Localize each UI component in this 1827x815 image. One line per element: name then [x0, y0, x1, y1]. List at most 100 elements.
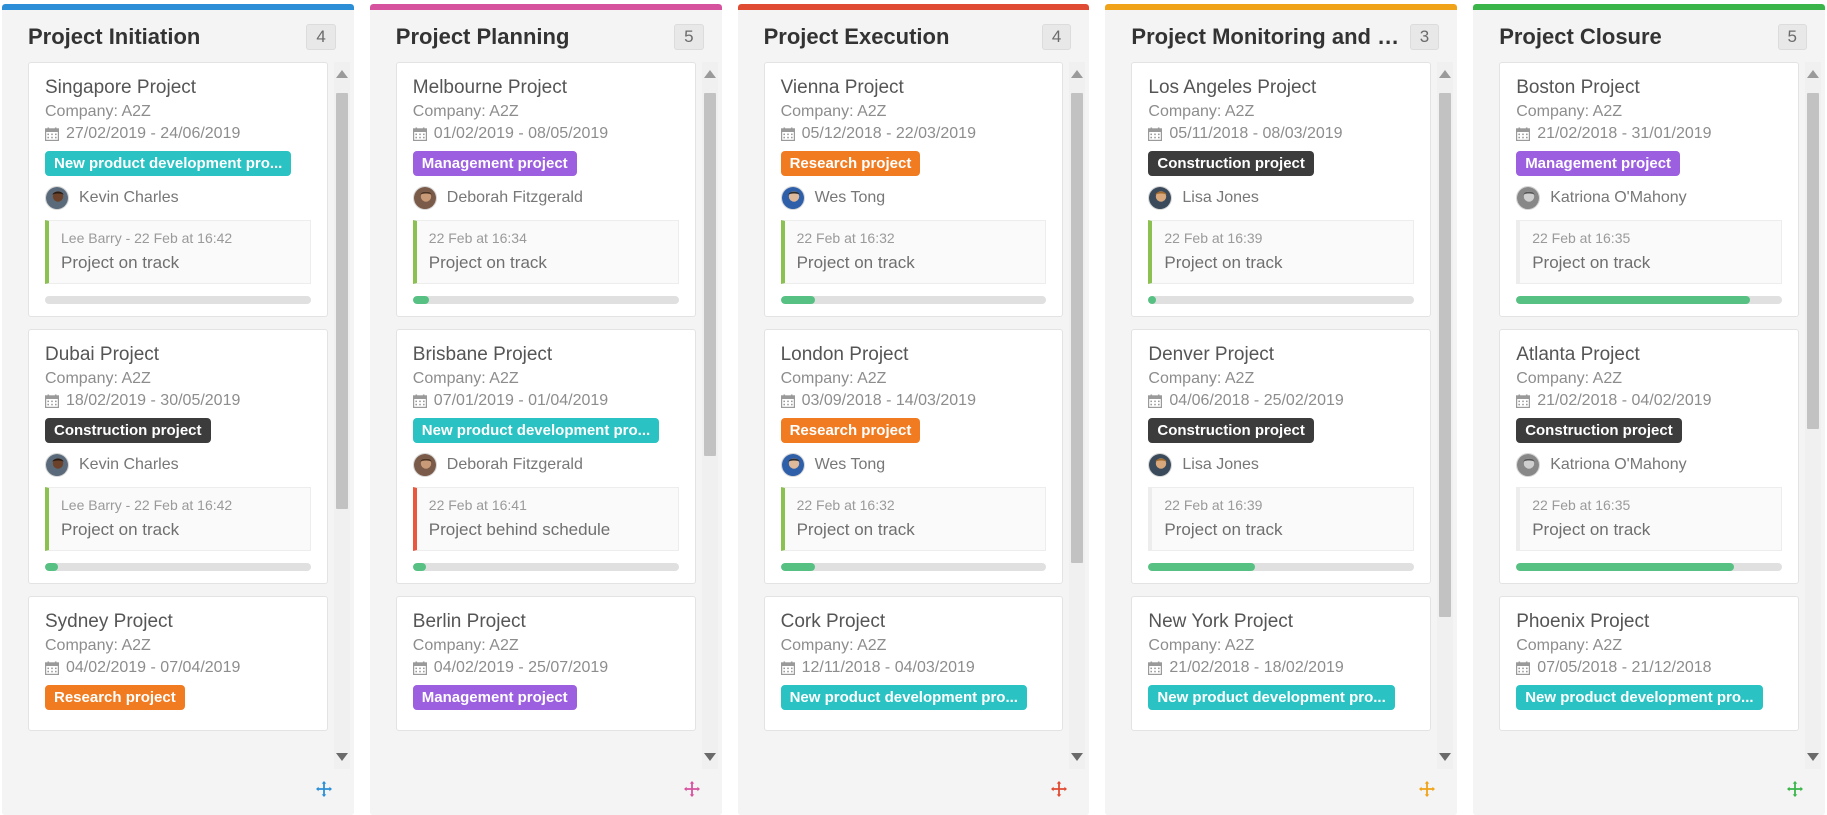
- move-diamond-icon[interactable]: [1419, 781, 1435, 797]
- scroll-down-arrow-icon[interactable]: [336, 753, 348, 767]
- project-card[interactable]: Phoenix ProjectCompany: A2Z07/05/2018 - …: [1499, 596, 1799, 731]
- scroll-down-arrow-icon[interactable]: [1807, 753, 1819, 767]
- card-comment[interactable]: Lee Barry - 22 Feb at 16:42Project on tr…: [45, 487, 311, 551]
- card-tag[interactable]: Management project: [413, 151, 577, 176]
- card-tag[interactable]: Construction project: [1148, 151, 1314, 176]
- card-tag[interactable]: New product development pro...: [781, 685, 1027, 710]
- card-list: Boston ProjectCompany: A2Z21/02/2018 - 3…: [1499, 62, 1799, 769]
- column-header[interactable]: Project Monitoring and Co...3: [1105, 10, 1457, 62]
- scroll-up-arrow-icon[interactable]: [704, 64, 716, 78]
- scroll-down-arrow-icon[interactable]: [704, 753, 716, 767]
- scroll-up-arrow-icon[interactable]: [1071, 64, 1083, 78]
- column-header[interactable]: Project Initiation4: [2, 10, 354, 62]
- scroll-down-arrow-icon[interactable]: [1439, 753, 1451, 767]
- project-card[interactable]: Berlin ProjectCompany: A2Z04/02/2019 - 2…: [396, 596, 696, 731]
- card-comment[interactable]: 22 Feb at 16:35Project on track: [1516, 220, 1782, 284]
- project-card[interactable]: Denver ProjectCompany: A2Z04/06/2018 - 2…: [1131, 329, 1431, 584]
- card-tag[interactable]: Research project: [781, 151, 921, 176]
- column-scrollbar[interactable]: [702, 62, 718, 769]
- card-date-range: 01/02/2019 - 08/05/2019: [413, 125, 679, 143]
- project-card[interactable]: Singapore ProjectCompany: A2Z27/02/2019 …: [28, 62, 328, 317]
- card-assignee[interactable]: Katriona O'Mahony: [1516, 186, 1782, 210]
- scrollbar-track[interactable]: [1071, 80, 1083, 751]
- card-comment[interactable]: 22 Feb at 16:35Project on track: [1516, 487, 1782, 551]
- project-card[interactable]: New York ProjectCompany: A2Z21/02/2018 -…: [1131, 596, 1431, 731]
- card-tag[interactable]: Management project: [1516, 151, 1680, 176]
- card-assignee[interactable]: Deborah Fitzgerald: [413, 186, 679, 210]
- column-header[interactable]: Project Execution4: [738, 10, 1090, 62]
- move-diamond-icon[interactable]: [1787, 781, 1803, 797]
- scrollbar-track[interactable]: [704, 80, 716, 751]
- card-tag[interactable]: New product development pro...: [1516, 685, 1762, 710]
- card-assignee[interactable]: Kevin Charles: [45, 453, 311, 477]
- scrollbar-thumb[interactable]: [1071, 93, 1083, 563]
- column-title: Project Initiation: [28, 24, 200, 50]
- column-header[interactable]: Project Planning5: [370, 10, 722, 62]
- project-card[interactable]: Los Angeles ProjectCompany: A2Z05/11/201…: [1131, 62, 1431, 317]
- card-comment[interactable]: 22 Feb at 16:39Project on track: [1148, 220, 1414, 284]
- card-assignee[interactable]: Katriona O'Mahony: [1516, 453, 1782, 477]
- scroll-down-arrow-icon[interactable]: [1071, 753, 1083, 767]
- scroll-up-arrow-icon[interactable]: [1807, 64, 1819, 78]
- card-tag[interactable]: New product development pro...: [413, 418, 659, 443]
- scroll-up-arrow-icon[interactable]: [336, 64, 348, 78]
- card-assignee[interactable]: Lisa Jones: [1148, 453, 1414, 477]
- kanban-board: Project Initiation4Singapore ProjectComp…: [0, 0, 1827, 815]
- column-scrollbar[interactable]: [1805, 62, 1821, 769]
- card-tag[interactable]: Construction project: [1516, 418, 1682, 443]
- card-assignee[interactable]: Deborah Fitzgerald: [413, 453, 679, 477]
- card-tag[interactable]: Research project: [45, 685, 185, 710]
- column-title: Project Planning: [396, 24, 570, 50]
- project-card[interactable]: Brisbane ProjectCompany: A2Z07/01/2019 -…: [396, 329, 696, 584]
- card-progress-fill: [1148, 296, 1156, 304]
- project-card[interactable]: Melbourne ProjectCompany: A2Z01/02/2019 …: [396, 62, 696, 317]
- move-diamond-icon[interactable]: [1051, 781, 1067, 797]
- card-date-text: 21/02/2018 - 18/02/2019: [1169, 659, 1343, 677]
- card-assignee[interactable]: Lisa Jones: [1148, 186, 1414, 210]
- column-scrollbar[interactable]: [1437, 62, 1453, 769]
- project-card[interactable]: London ProjectCompany: A2Z03/09/2018 - 1…: [764, 329, 1064, 584]
- project-card[interactable]: Dubai ProjectCompany: A2Z18/02/2019 - 30…: [28, 329, 328, 584]
- project-card[interactable]: Atlanta ProjectCompany: A2Z21/02/2018 - …: [1499, 329, 1799, 584]
- column-scrollbar[interactable]: [334, 62, 350, 769]
- card-tag[interactable]: Construction project: [45, 418, 211, 443]
- card-assignee[interactable]: Kevin Charles: [45, 186, 311, 210]
- card-comment[interactable]: 22 Feb at 16:41Project behind schedule: [413, 487, 679, 551]
- project-card[interactable]: Sydney ProjectCompany: A2Z04/02/2019 - 0…: [28, 596, 328, 731]
- project-card[interactable]: Boston ProjectCompany: A2Z21/02/2018 - 3…: [1499, 62, 1799, 317]
- card-progress-fill: [1148, 563, 1254, 571]
- card-tag[interactable]: Research project: [781, 418, 921, 443]
- project-card[interactable]: Cork ProjectCompany: A2Z12/11/2018 - 04/…: [764, 596, 1064, 731]
- card-tag[interactable]: Construction project: [1148, 418, 1314, 443]
- card-assignee[interactable]: Wes Tong: [781, 453, 1047, 477]
- scrollbar-track[interactable]: [1807, 80, 1819, 751]
- avatar: [1148, 453, 1172, 477]
- card-tag[interactable]: New product development pro...: [1148, 685, 1394, 710]
- card-comment[interactable]: 22 Feb at 16:34Project on track: [413, 220, 679, 284]
- scrollbar-thumb[interactable]: [704, 93, 716, 455]
- card-comment[interactable]: 22 Feb at 16:32Project on track: [781, 220, 1047, 284]
- card-tag[interactable]: Management project: [413, 685, 577, 710]
- column-scrollbar[interactable]: [1069, 62, 1085, 769]
- move-diamond-icon[interactable]: [684, 781, 700, 797]
- scroll-up-arrow-icon[interactable]: [1439, 64, 1451, 78]
- card-comment[interactable]: Lee Barry - 22 Feb at 16:42Project on tr…: [45, 220, 311, 284]
- card-comment[interactable]: 22 Feb at 16:32Project on track: [781, 487, 1047, 551]
- card-progress-bar: [1148, 296, 1414, 304]
- card-title: Dubai Project: [45, 344, 311, 366]
- card-progress-fill: [1516, 563, 1734, 571]
- column-header[interactable]: Project Closure5: [1473, 10, 1825, 62]
- scrollbar-thumb[interactable]: [1439, 93, 1451, 616]
- scrollbar-thumb[interactable]: [1807, 93, 1819, 429]
- scrollbar-track[interactable]: [1439, 80, 1451, 751]
- project-card[interactable]: Vienna ProjectCompany: A2Z05/12/2018 - 2…: [764, 62, 1064, 317]
- card-date-range: 21/02/2018 - 31/01/2019: [1516, 125, 1782, 143]
- move-diamond-icon[interactable]: [316, 781, 332, 797]
- card-assignee[interactable]: Wes Tong: [781, 186, 1047, 210]
- comment-text: Project on track: [797, 520, 1034, 540]
- kanban-column-project-planning: Project Planning5Melbourne ProjectCompan…: [370, 4, 722, 815]
- card-comment[interactable]: 22 Feb at 16:39Project on track: [1148, 487, 1414, 551]
- scrollbar-thumb[interactable]: [336, 93, 348, 509]
- scrollbar-track[interactable]: [336, 80, 348, 751]
- card-tag[interactable]: New product development pro...: [45, 151, 291, 176]
